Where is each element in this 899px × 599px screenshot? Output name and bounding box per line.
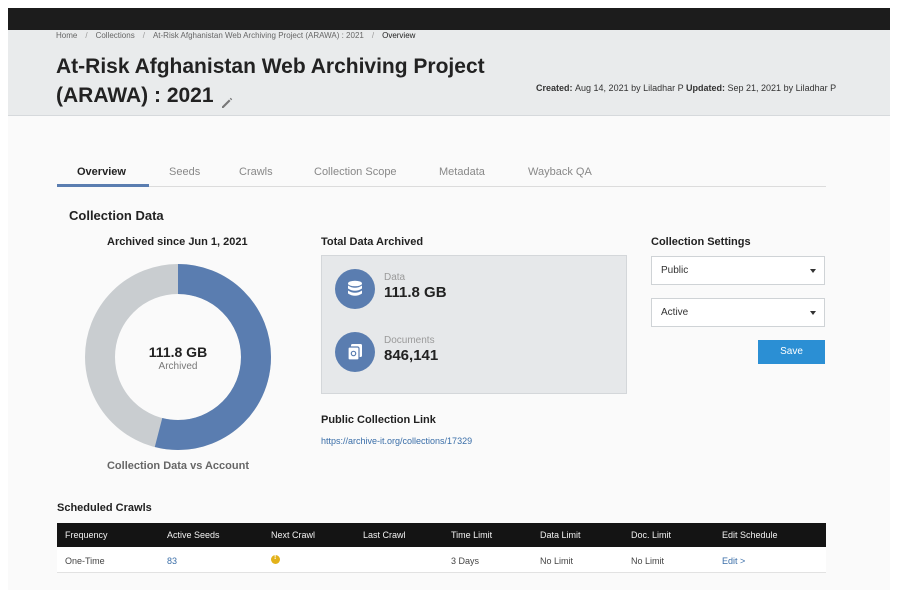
data-value: 111.8 GB: [384, 284, 447, 301]
column-header: Data Limit: [540, 530, 581, 540]
column-header: Next Crawl: [271, 530, 316, 540]
scheduled-crawls-heading: Scheduled Crawls: [57, 502, 152, 514]
breadcrumb-collection[interactable]: At-Risk Afghanistan Web Archiving Projec…: [153, 31, 364, 40]
total-data-panel: Data 111.8 GB Documents 846,141: [321, 255, 627, 394]
dropdown-caret-icon: [810, 269, 816, 273]
breadcrumb-current: Overview: [382, 31, 416, 40]
breadcrumb-home[interactable]: Home: [56, 31, 77, 40]
column-header: Time Limit: [451, 530, 493, 540]
status-value: Active: [661, 307, 689, 318]
documents-icon: [335, 332, 375, 372]
status-select[interactable]: Active: [651, 298, 825, 327]
data-label: Data: [384, 272, 406, 283]
page-title: At-Risk Afghanistan Web Archiving Projec…: [56, 52, 526, 110]
page-title-text: At-Risk Afghanistan Web Archiving Projec…: [56, 55, 485, 107]
edit-pencil-icon[interactable]: [220, 89, 234, 109]
edit-schedule-link[interactable]: Edit >: [722, 556, 745, 566]
public-link-heading: Public Collection Link: [321, 414, 436, 426]
created-value: Aug 14, 2021 by Liladhar P: [575, 83, 684, 93]
updated-label: Updated:: [686, 83, 725, 93]
page-header: Home / Collections / At-Risk Afghanistan Web…: [8, 30, 890, 116]
save-button[interactable]: Save: [758, 340, 825, 364]
scheduled-crawls-table: Frequency Active Seeds Next Crawl Last C…: [57, 523, 826, 573]
dropdown-caret-icon: [810, 311, 816, 315]
active-tab-indicator: [57, 184, 149, 187]
warning-icon: [271, 554, 280, 564]
donut-value: 111.8 GB: [148, 344, 208, 360]
updated-info: Updated: Sep 21, 2021 by Liladhar P: [686, 84, 843, 93]
tab-crawls[interactable]: Crawls: [239, 166, 273, 178]
created-info: Created: Aug 14, 2021 by Liladhar P: [536, 84, 690, 93]
collection-settings-heading: Collection Settings: [651, 236, 751, 248]
donut-caption: Collection Data vs Account: [106, 460, 249, 472]
donut-center-label: 111.8 GB Archived: [85, 344, 271, 372]
tab-collection-scope[interactable]: Collection Scope: [314, 166, 397, 178]
breadcrumb: Home / Collections / At-Risk Afghanistan Web…: [56, 31, 416, 40]
donut-sublabel: Archived: [158, 361, 198, 372]
table-header: Frequency Active Seeds Next Crawl Last C…: [57, 523, 826, 547]
top-bar: [8, 8, 890, 30]
documents-label: Documents: [384, 335, 435, 346]
tab-bar: Overview Seeds Crawls Collection Scope M…: [57, 161, 826, 187]
collection-data-heading: Collection Data: [69, 208, 164, 223]
doc-limit-cell: No Limit: [631, 556, 665, 566]
tab-wayback-qa[interactable]: Wayback QA: [528, 166, 592, 178]
column-header: Edit Schedule: [722, 530, 778, 540]
total-data-heading: Total Data Archived: [321, 236, 424, 248]
created-label: Created:: [536, 83, 573, 93]
column-header: Doc. Limit: [631, 530, 672, 540]
column-header: Last Crawl: [363, 530, 406, 540]
data-limit-cell: No Limit: [540, 556, 574, 566]
active-seeds-cell[interactable]: 83: [167, 556, 177, 566]
column-header: Frequency: [65, 530, 108, 540]
tab-metadata[interactable]: Metadata: [439, 166, 485, 178]
tab-overview[interactable]: Overview: [77, 166, 126, 178]
visibility-value: Public: [661, 265, 689, 276]
frequency-cell: One-Time: [65, 556, 105, 566]
documents-value: 846,141: [384, 347, 439, 364]
visibility-select[interactable]: Public: [651, 256, 825, 285]
updated-value: Sep 21, 2021 by Liladhar P: [727, 83, 837, 93]
database-icon: [335, 269, 375, 309]
public-collection-link[interactable]: https://archive-it.org/collections/17329: [321, 436, 472, 446]
time-limit-cell: 3 Days: [451, 556, 480, 566]
tab-seeds[interactable]: Seeds: [169, 166, 200, 178]
breadcrumb-collections[interactable]: Collections: [96, 31, 135, 40]
table-row: One-Time 83 3 Days No Limit No Limit Edi…: [57, 547, 826, 573]
column-header: Active Seeds: [167, 530, 220, 540]
archived-since-heading: Archived since Jun 1, 2021: [107, 236, 248, 248]
